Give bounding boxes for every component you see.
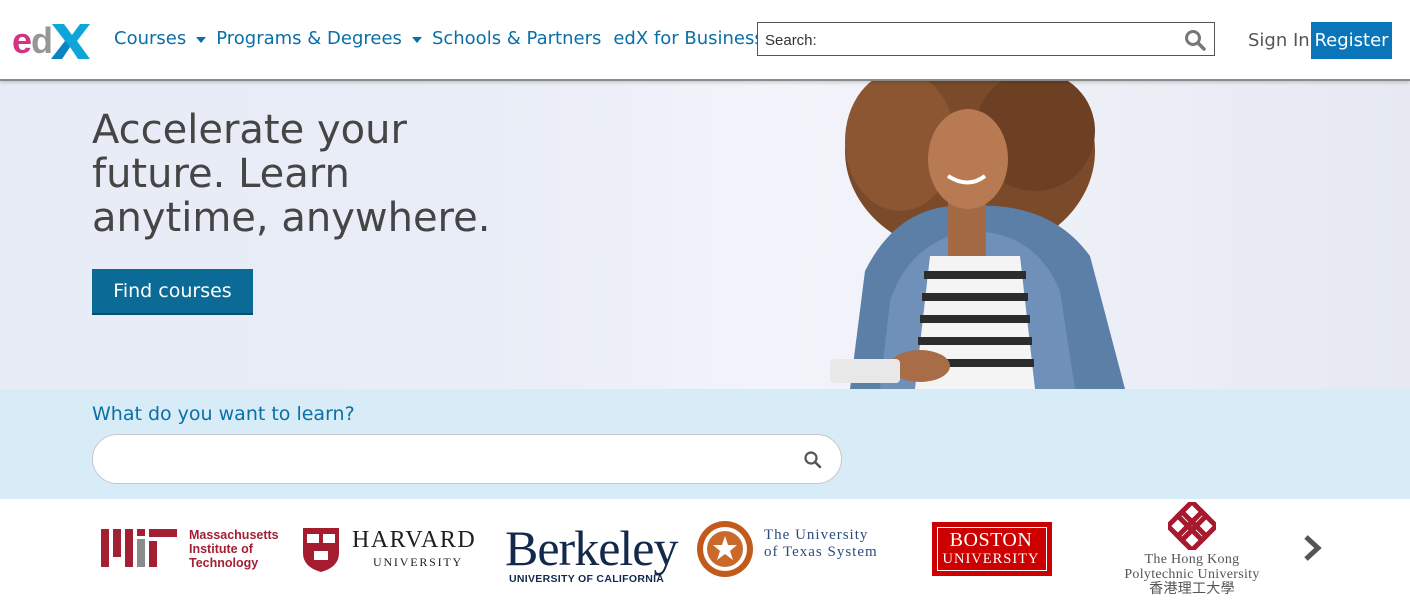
- search-icon[interactable]: [803, 450, 823, 470]
- search-icon[interactable]: [1184, 29, 1206, 51]
- harvard-shield-icon: [303, 528, 339, 572]
- header-search-input[interactable]: [763, 28, 1177, 52]
- hero-student-image: [830, 81, 1125, 389]
- find-courses-button[interactable]: Find courses: [92, 269, 253, 315]
- chevron-right-icon[interactable]: [1298, 531, 1326, 565]
- register-button[interactable]: Register: [1311, 22, 1392, 59]
- site-header: e d Courses Programs & Degrees Schools &…: [0, 0, 1410, 81]
- chevron-down-icon: [411, 36, 422, 43]
- bu-name: BOSTON: [949, 529, 1033, 551]
- hero-title: Accelerate your future. Learn anytime, a…: [92, 107, 491, 241]
- hero-banner: Accelerate your future. Learn anytime, a…: [0, 81, 1410, 389]
- partner-berkeley[interactable]: Berkeley UNIVERSITY OF CALIFORNIA: [505, 520, 685, 587]
- learn-search-band: What do you want to learn?: [0, 389, 1410, 499]
- partner-logos: Massachusetts Institute of Technology HA…: [0, 499, 1410, 615]
- partner-ut-system[interactable]: The University of Texas System: [696, 520, 896, 580]
- partner-mit[interactable]: Massachusetts Institute of Technology: [101, 527, 291, 571]
- edx-logo[interactable]: e d: [12, 19, 92, 61]
- berkeley-sub: UNIVERSITY OF CALIFORNIA: [509, 573, 665, 585]
- sign-in-link[interactable]: Sign In: [1248, 30, 1310, 51]
- partner-boston-university[interactable]: BOSTON UNIVERSITY: [932, 522, 1052, 576]
- partner-polyu[interactable]: The Hong Kong Polytechnic University 香港理…: [1092, 502, 1292, 600]
- nav-courses-label: Courses: [114, 28, 187, 49]
- main-nav: Courses Programs & Degrees Schools & Par…: [114, 28, 776, 49]
- chevron-down-icon: [196, 36, 207, 43]
- learn-search-label: What do you want to learn?: [92, 403, 355, 425]
- bu-sub: UNIVERSITY: [942, 551, 1040, 567]
- nav-business-label: edX for Business: [613, 28, 764, 49]
- harvard-sub: UNIVERSITY: [373, 555, 463, 569]
- svg-text:e: e: [12, 20, 32, 61]
- header-search: [757, 22, 1215, 56]
- nav-courses[interactable]: Courses: [114, 28, 207, 49]
- ut-seal-icon: [697, 521, 753, 577]
- polyu-knot-icon: [1168, 502, 1216, 550]
- nav-programs-label: Programs & Degrees: [216, 28, 402, 49]
- nav-programs-degrees[interactable]: Programs & Degrees: [216, 28, 422, 49]
- polyu-name: The Hong Kong Polytechnic University 香港理…: [1124, 552, 1260, 597]
- learn-search-box: [92, 434, 842, 484]
- bu-logo-box: BOSTON UNIVERSITY: [932, 522, 1052, 576]
- harvard-name: HARVARD: [352, 527, 477, 553]
- mit-name: Massachusetts Institute of Technology: [189, 528, 279, 570]
- svg-text:d: d: [31, 20, 53, 61]
- nav-schools-label: Schools & Partners: [431, 28, 602, 49]
- partner-harvard[interactable]: HARVARD UNIVERSITY: [302, 527, 484, 575]
- ut-name: The University of Texas System: [764, 527, 878, 560]
- learn-search-input[interactable]: [113, 447, 777, 473]
- mit-logo-icon: [101, 529, 177, 567]
- berkeley-name: Berkeley: [505, 520, 678, 576]
- nav-edx-business[interactable]: edX for Business: [613, 28, 763, 49]
- nav-schools-partners[interactable]: Schools & Partners: [432, 28, 601, 49]
